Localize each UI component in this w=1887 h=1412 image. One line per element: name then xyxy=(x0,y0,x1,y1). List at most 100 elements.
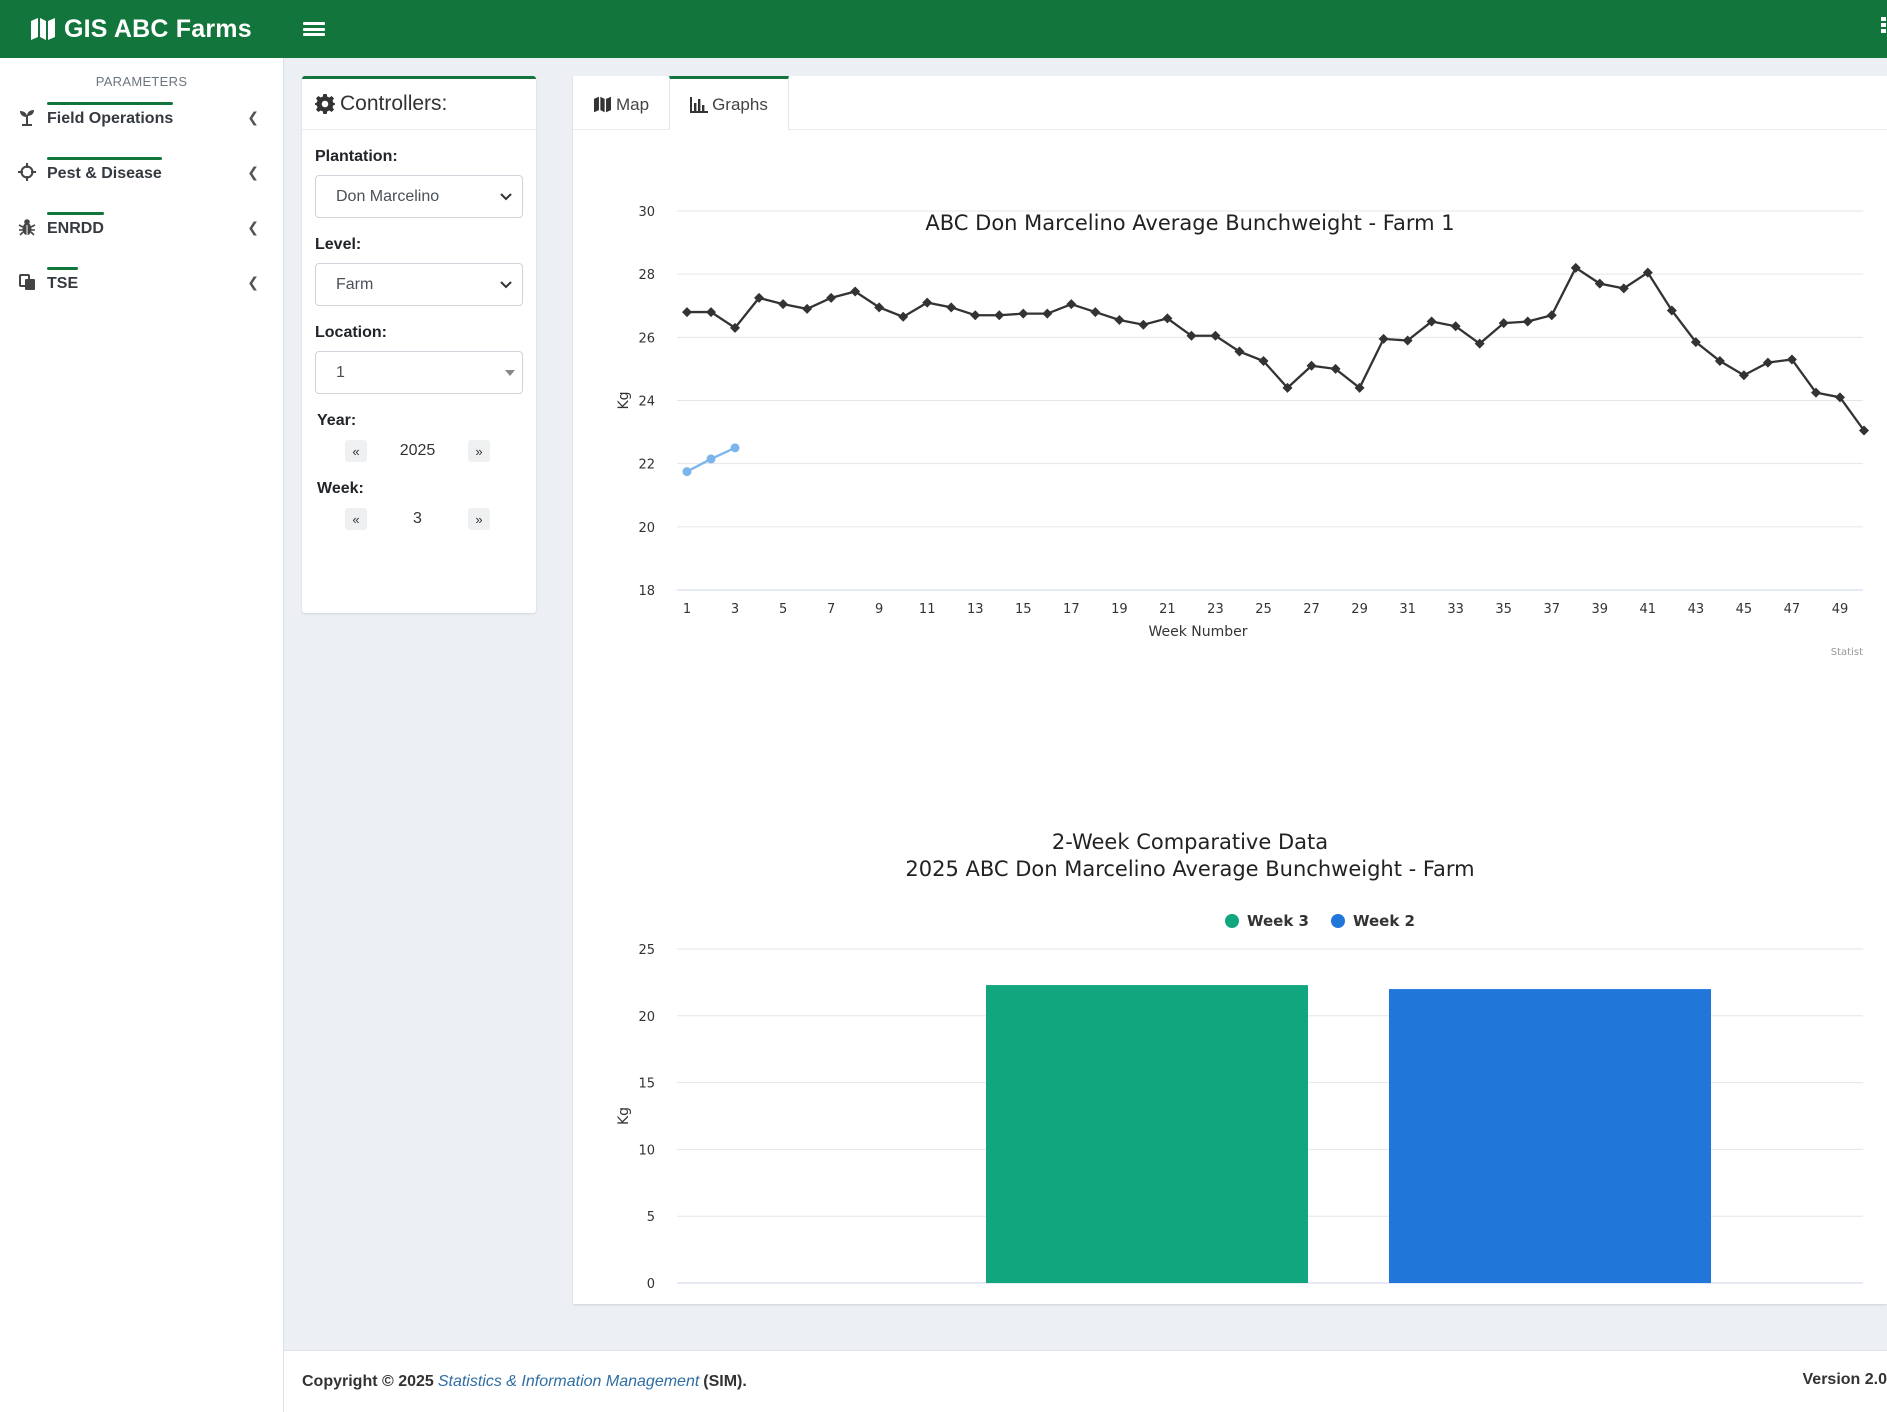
series-line xyxy=(687,266,1865,432)
data-point xyxy=(922,297,933,308)
x-tick-label: 3 xyxy=(731,602,739,617)
week-prev-button[interactable]: « xyxy=(345,508,367,530)
x-tick-label: 49 xyxy=(1832,602,1849,617)
year-prev-button[interactable]: « xyxy=(345,440,367,462)
data-point xyxy=(1522,316,1533,327)
tab-graphs[interactable]: Graphs xyxy=(669,76,789,130)
gear-icon xyxy=(315,94,335,114)
map-icon xyxy=(31,18,55,40)
x-tick-label: 37 xyxy=(1543,602,1560,617)
bar-chart-icon xyxy=(690,96,709,113)
y-tick-label: 20 xyxy=(638,521,655,536)
x-tick-label: 19 xyxy=(1111,602,1128,617)
sidebar-item-field-operations[interactable]: Field Operations ❮ xyxy=(0,89,283,144)
map-icon xyxy=(594,96,611,113)
y-tick-label: 25 xyxy=(638,943,655,958)
controllers-title: Controllers: xyxy=(340,92,448,115)
app-brand[interactable]: GIS ABC Farms xyxy=(0,15,283,44)
controllers-header: Controllers: xyxy=(302,79,536,130)
data-point xyxy=(682,467,692,477)
data-point xyxy=(706,454,716,464)
sidebar-item-pest-disease[interactable]: Pest & Disease ❮ xyxy=(0,144,283,199)
x-tick-label: 1 xyxy=(683,602,691,617)
sidebar: PARAMETERS Field Operations ❮ Pest & Dis… xyxy=(0,58,284,1412)
more-options-icon[interactable] xyxy=(1881,17,1887,33)
y-tick-label: 30 xyxy=(638,205,655,220)
sidebar-item-enrdd[interactable]: ENRDD ❮ xyxy=(0,199,283,254)
data-point xyxy=(1018,308,1029,319)
y-tick-label: 24 xyxy=(638,395,655,410)
legend-marker xyxy=(1331,914,1345,928)
y-tick-label: 22 xyxy=(638,458,655,473)
copyright-suffix: (SIM). xyxy=(703,1372,747,1390)
level-select[interactable]: Farm xyxy=(315,263,523,306)
week-next-button[interactable]: » xyxy=(468,508,490,530)
y-tick-label: 20 xyxy=(638,1010,655,1025)
data-point xyxy=(778,299,789,310)
data-point xyxy=(1546,310,1557,321)
clipboard-icon xyxy=(17,272,37,292)
bar xyxy=(1389,989,1711,1283)
data-point xyxy=(946,302,957,313)
x-tick-label: 39 xyxy=(1592,602,1609,617)
legend-label: Week 3 xyxy=(1247,912,1309,930)
x-tick-label: 5 xyxy=(779,602,787,617)
x-tick-label: 33 xyxy=(1447,602,1464,617)
level-label: Level: xyxy=(315,236,362,253)
location-value: 1 xyxy=(336,363,345,381)
plantation-label: Plantation: xyxy=(315,148,398,165)
level-value: Farm xyxy=(336,275,374,293)
version-text: Version 2.0 xyxy=(1802,1371,1887,1388)
data-point xyxy=(970,310,981,321)
seedling-icon xyxy=(17,107,37,127)
data-point xyxy=(898,311,909,322)
x-tick-label: 15 xyxy=(1015,602,1032,617)
chevron-left-icon: ❮ xyxy=(247,219,259,235)
x-tick-label: 25 xyxy=(1255,602,1272,617)
copyright-text: Copyright © 2025 xyxy=(302,1372,434,1390)
tab-map-label: Map xyxy=(616,94,650,114)
y-axis-label: Kg xyxy=(616,391,632,409)
x-tick-label: 29 xyxy=(1351,602,1368,617)
bar-chart-svg: 2-Week Comparative Data 2025 ABC Don Marc… xyxy=(616,830,1863,1292)
data-point xyxy=(730,443,740,453)
line-chart: ABC Don Marcelino Average Bunchweight - … xyxy=(573,156,1887,686)
main-panel: Map Graphs ABC Don Marcelino Average Bun… xyxy=(573,76,1887,1304)
chevron-down-icon xyxy=(500,281,512,289)
bar xyxy=(986,985,1308,1283)
tab-map[interactable]: Map xyxy=(573,76,669,130)
sidebar-item-tse[interactable]: TSE ❮ xyxy=(0,254,283,309)
y-axis-label: Kg xyxy=(616,1107,632,1125)
data-point xyxy=(1762,357,1773,368)
data-point xyxy=(1138,319,1149,330)
data-point xyxy=(1738,370,1749,381)
y-tick-label: 15 xyxy=(638,1077,655,1092)
footer: Copyright © 2025 Statistics & Informatio… xyxy=(284,1350,1887,1412)
x-tick-label: 41 xyxy=(1640,602,1657,617)
x-tick-label: 23 xyxy=(1207,602,1224,617)
line-chart-svg: ABC Don Marcelino Average Bunchweight - … xyxy=(616,205,1869,658)
week-label: Week: xyxy=(317,480,364,497)
crosshair-icon xyxy=(17,162,37,182)
year-value: 2025 xyxy=(399,442,436,459)
x-tick-label: 27 xyxy=(1303,602,1320,617)
plantation-value: Don Marcelino xyxy=(336,187,440,205)
x-tick-label: 35 xyxy=(1495,602,1512,617)
x-tick-label: 13 xyxy=(967,602,984,617)
data-point xyxy=(1378,333,1389,344)
data-point xyxy=(1042,308,1053,319)
x-tick-label: 17 xyxy=(1063,602,1080,617)
data-point xyxy=(994,310,1005,321)
y-tick-label: 0 xyxy=(647,1277,655,1292)
location-select[interactable]: 1 xyxy=(315,351,523,394)
menu-toggle-icon[interactable] xyxy=(303,20,325,38)
bug-icon xyxy=(17,217,37,237)
chevron-down-icon xyxy=(500,193,512,201)
sim-link[interactable]: Statistics & Information Management xyxy=(438,1373,699,1391)
x-tick-label: 21 xyxy=(1159,602,1176,617)
data-point xyxy=(1066,299,1077,310)
x-tick-label: 31 xyxy=(1399,602,1416,617)
tab-graphs-label: Graphs xyxy=(712,94,768,114)
plantation-select[interactable]: Don Marcelino xyxy=(315,175,523,218)
year-next-button[interactable]: » xyxy=(468,440,490,462)
